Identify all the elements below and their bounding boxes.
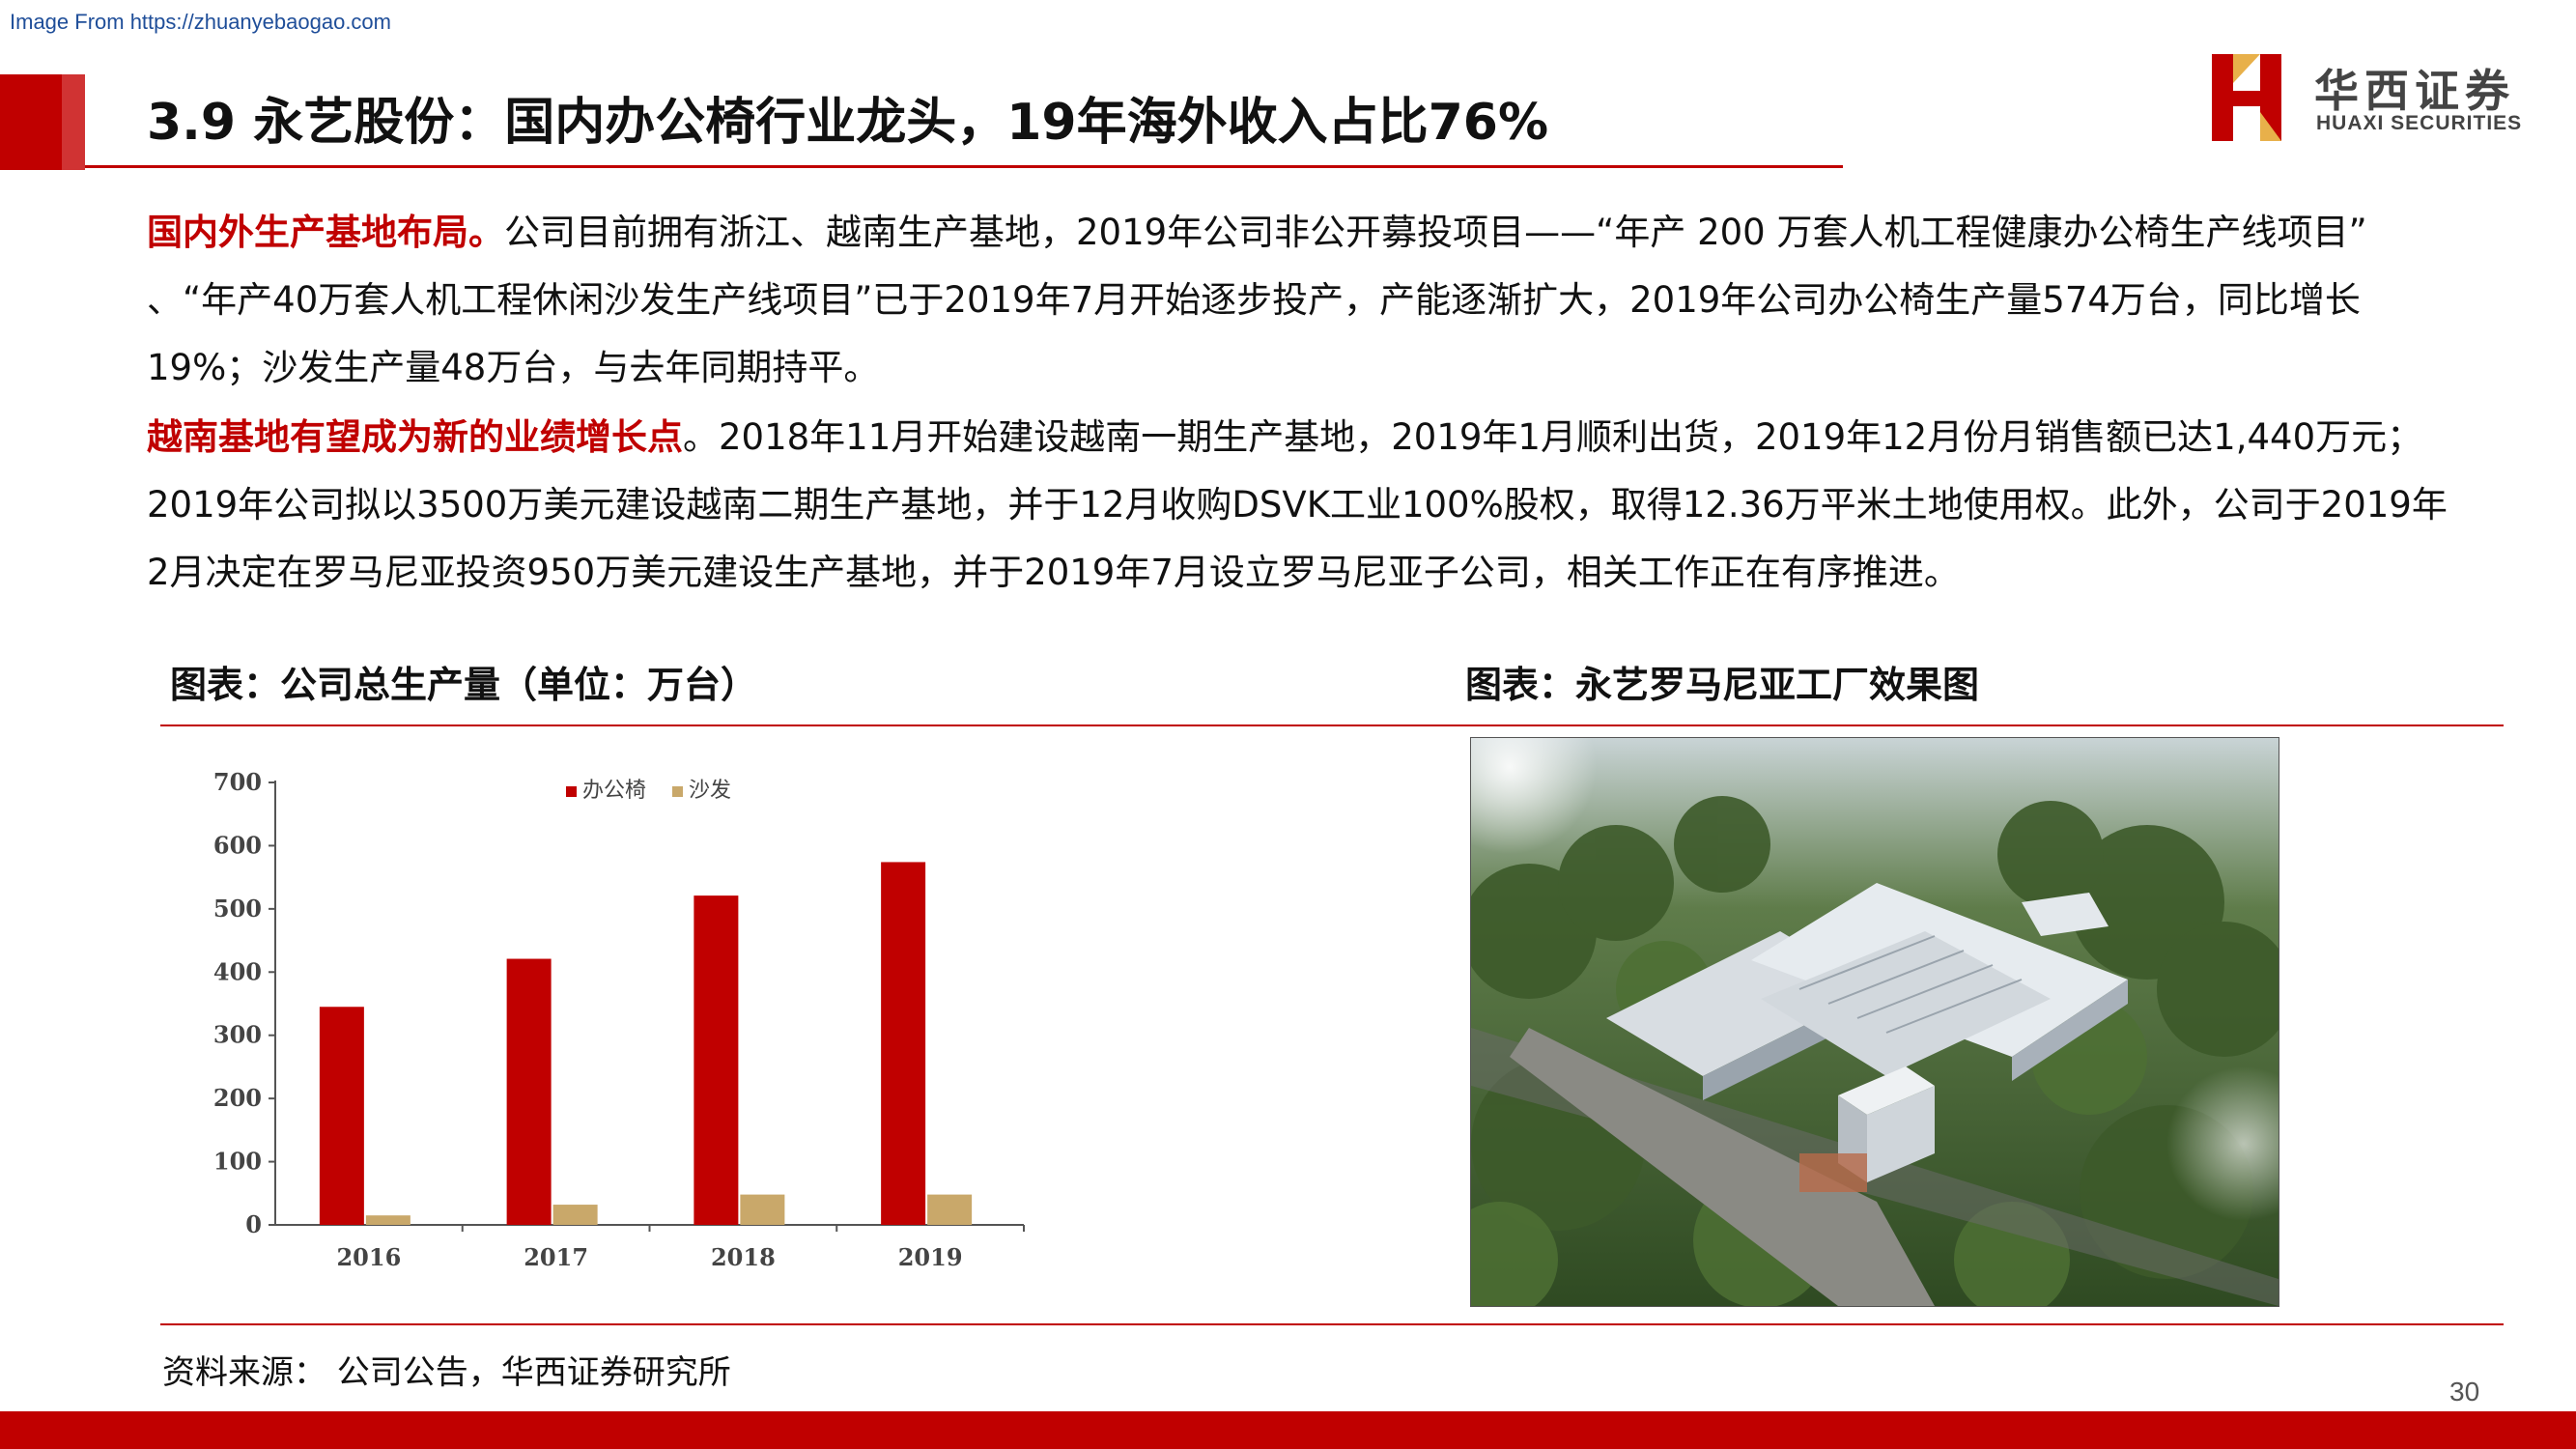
footer-divider [160,1323,2504,1325]
bars [319,862,973,1225]
chart-caption: 图表：公司总生产量（单位：万台） [170,664,758,706]
y-tick-label: 500 [213,895,262,923]
caption-divider [160,724,2504,726]
x-tick-label: 2019 [898,1243,963,1271]
watermark-text: Image From https://zhuanyebaogao.com [10,10,391,34]
legend-label: 沙发 [689,779,731,803]
page-title: 3.9 永艺股份：国内办公椅行业龙头，19年海外收入占比76% [147,94,1549,152]
bar-办公椅-2019 [881,862,926,1225]
footer-bar [0,1411,2576,1449]
title-accent-inset [62,74,85,170]
logo-english-name: HUAXI SECURITIES [2316,112,2523,134]
paragraph-highlight: 越南基地有望成为新的业绩增长点 [147,416,683,458]
chart-legend: 办公椅 沙发 [566,779,731,803]
paragraph-highlight: 国内外生产基地布局。 [147,212,504,253]
factory-aerial-image [1471,738,2279,1306]
y-tick-label: 0 [245,1210,262,1238]
source-note: 资料来源： 公司公告，华西证券研究所 [162,1353,731,1392]
y-tick-label: 300 [213,1021,262,1049]
x-tick-label: 2018 [711,1243,776,1271]
paragraph-vietnam-base: 越南基地有望成为新的业绩增长点。2018年11月开始建设越南一期生产基地，201… [147,404,2455,607]
huaxi-logo-icon [2212,54,2281,141]
y-tick-label: 200 [213,1084,262,1112]
bar-沙发-2018 [740,1194,785,1225]
paragraph-production-bases: 国内外生产基地布局。公司目前拥有浙江、越南生产基地，2019年公司非公开募投项目… [147,199,2455,402]
brand-logo: 华西证券 HUAXI SECURITIES [2212,54,2531,141]
y-tick-label: 600 [213,831,262,859]
bar-办公椅-2017 [506,958,552,1225]
production-bar-chart: 0100200300400500600700 2016 2017 2018 2019 … [213,768,1025,1271]
bar-沙发-2016 [365,1215,410,1225]
legend-swatch [566,786,577,797]
page-number: 30 [2449,1377,2480,1406]
legend-swatch [672,786,683,797]
logo-chinese-name: 华西证券 [2314,65,2515,117]
y-tick-label: 400 [213,957,262,985]
bar-沙发-2017 [552,1205,598,1225]
title-underline [85,165,1843,168]
x-tick-label: 2016 [336,1243,401,1271]
x-axis: 2016 2017 2018 2019 [275,1224,1025,1271]
bar-办公椅-2018 [694,895,739,1225]
y-axis: 0 100 200 300 400 500 600 700 [213,768,276,1238]
romania-factory-rendering [1470,737,2279,1307]
y-tick-label: 100 [213,1148,262,1176]
photo-caption: 图表：永艺罗马尼亚工厂效果图 [1465,664,1980,706]
y-tick-label: 700 [213,768,262,796]
legend-label: 办公椅 [582,779,646,803]
x-tick-label: 2017 [524,1243,588,1271]
bar-沙发-2019 [927,1194,973,1225]
bar-办公椅-2016 [319,1007,364,1225]
